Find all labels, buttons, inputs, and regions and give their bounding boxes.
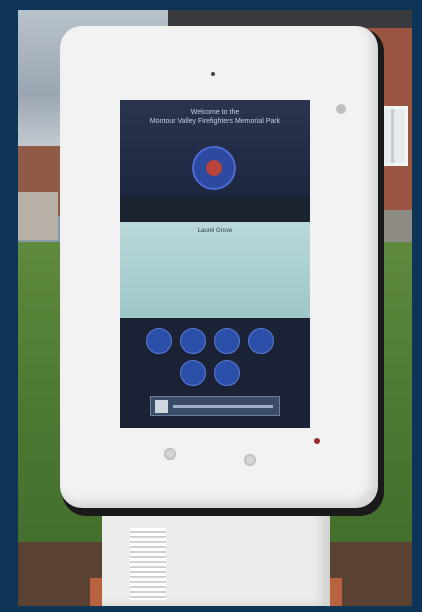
stone-wall <box>18 192 58 240</box>
screen-welcome: Welcome to the Montour Valley Firefighte… <box>128 108 302 126</box>
park-name: Montour Valley Firefighters Memorial Par… <box>149 118 281 125</box>
status-led <box>314 438 320 444</box>
qr-banner <box>150 396 280 416</box>
vent-grille <box>130 528 166 600</box>
button-area <box>120 318 310 428</box>
park-seal-icon <box>192 146 236 190</box>
hardware-button-left <box>164 448 176 460</box>
screen-button-2 <box>180 328 206 354</box>
qr-code-icon <box>155 400 168 413</box>
sensor-light <box>336 104 346 114</box>
info-band: Laurel Grove <box>120 222 310 318</box>
screen-button-4 <box>248 328 274 354</box>
photo: Welcome to the Montour Valley Firefighte… <box>18 10 412 606</box>
band-heading: Laurel Grove <box>197 228 233 234</box>
camera-dot <box>211 72 215 76</box>
screen-button-5 <box>180 360 206 386</box>
welcome-text: Welcome to the <box>190 109 240 116</box>
kiosk-screen: Welcome to the Montour Valley Firefighte… <box>120 100 310 428</box>
hardware-button-right <box>244 454 256 466</box>
screen-button-3 <box>214 328 240 354</box>
screen-button-6 <box>214 360 240 386</box>
screen-button-1 <box>146 328 172 354</box>
qr-text <box>173 405 273 408</box>
